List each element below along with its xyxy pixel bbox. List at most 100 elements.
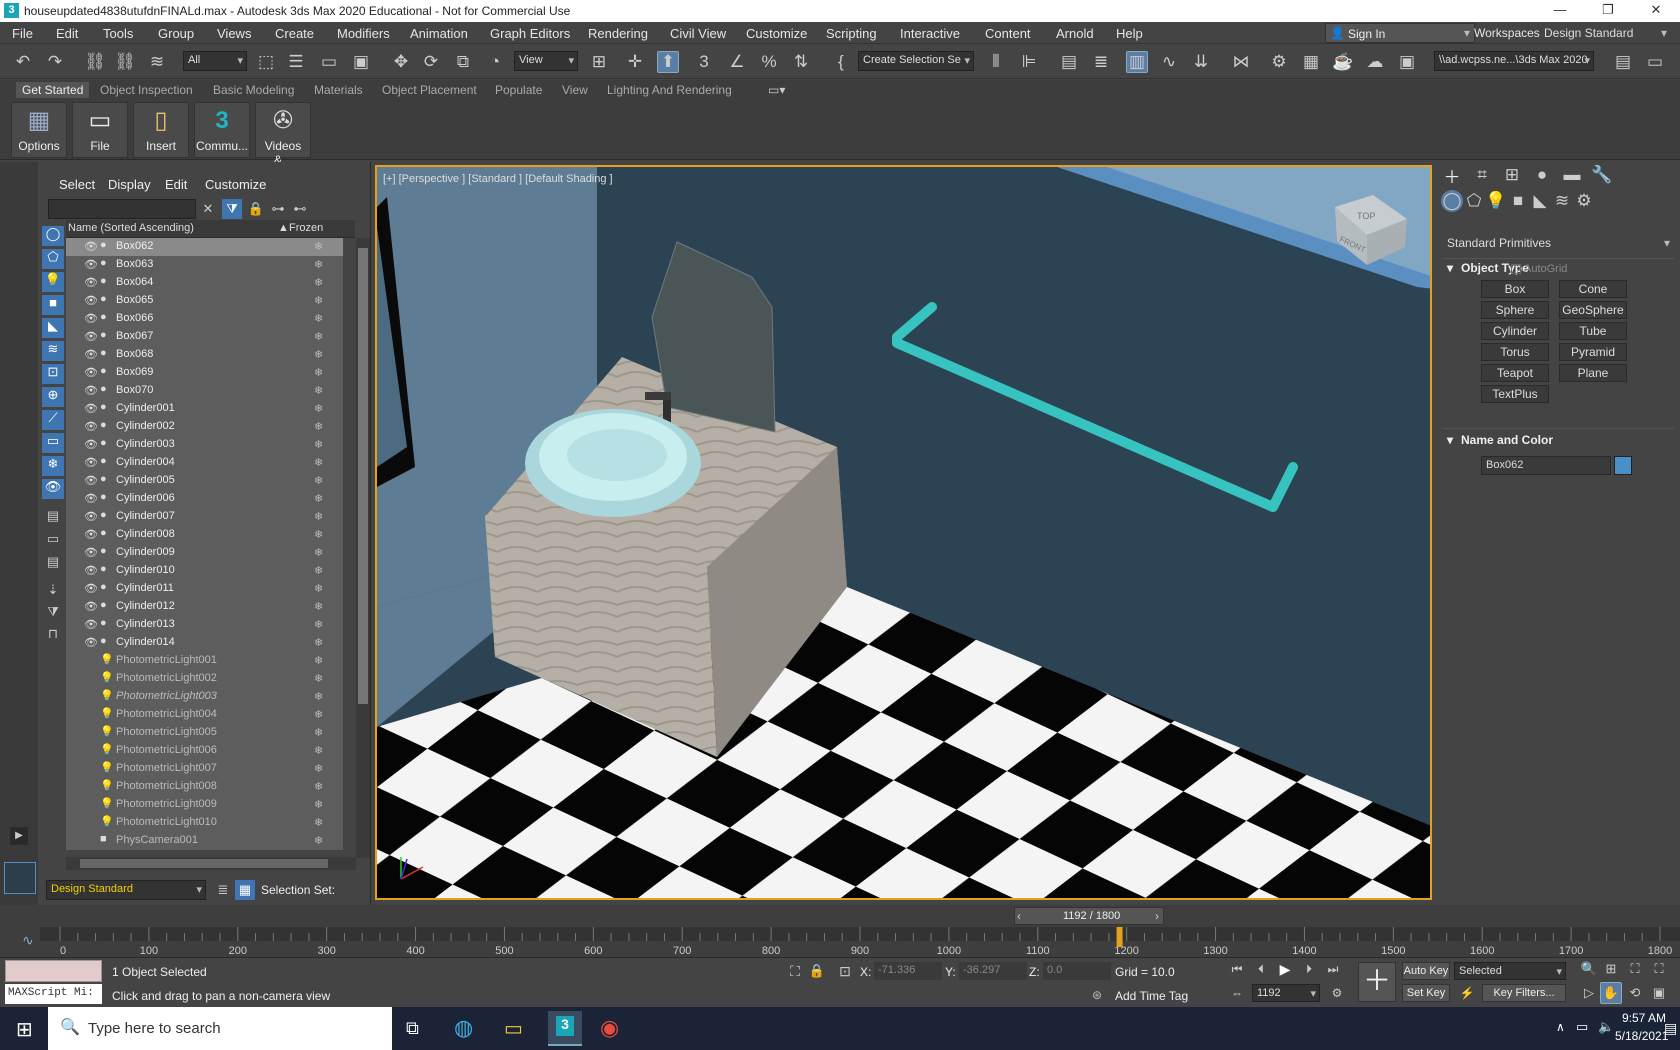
options-button[interactable]: ▦ Options	[11, 102, 67, 158]
visibility-eye-icon[interactable]: 👁	[84, 330, 98, 343]
list-item[interactable]: 💡 PhotometricLight008 ❄	[66, 778, 343, 796]
z-coordinate-field[interactable]: 0.0	[1043, 962, 1111, 980]
list-item[interactable]: 👁 ● Box064 ❄	[66, 274, 343, 292]
freeze-toggle-icon[interactable]: ❄	[314, 366, 323, 379]
file-button[interactable]: ▭ File	[72, 102, 128, 158]
time-slider[interactable]: ‹ 1192 / 1800 ›	[1014, 907, 1164, 925]
tab-view[interactable]: View	[556, 82, 594, 98]
visibility-eye-icon[interactable]: 👁	[84, 582, 98, 595]
maxscript-listener-top[interactable]	[5, 960, 102, 982]
freeze-toggle-icon[interactable]: ❄	[314, 294, 323, 307]
display-none-icon[interactable]: ▭	[42, 531, 64, 551]
hierarchy-icon[interactable]: ⊶	[268, 199, 288, 219]
zoom-icon[interactable]: 🔍	[1578, 958, 1600, 980]
visibility-eye-icon[interactable]: 👁	[84, 402, 98, 415]
tube-button[interactable]: Tube	[1559, 322, 1627, 340]
menu-rendering[interactable]: Rendering	[588, 26, 648, 41]
select-object-icon[interactable]: ⬚	[255, 51, 277, 73]
list-item[interactable]: 💡 PhotometricLight005 ❄	[66, 724, 343, 742]
expand-panel-icon[interactable]: ▶	[10, 827, 28, 845]
menu-arnold[interactable]: Arnold	[1056, 26, 1094, 41]
helpers-icon[interactable]: ◣	[1529, 190, 1551, 212]
list-item[interactable]: 💡 PhotometricLight003 ❄	[66, 688, 343, 706]
menu-customize[interactable]: Customize	[746, 26, 807, 41]
list-item[interactable]: 💡 PhotometricLight002 ❄	[66, 670, 343, 688]
absolute-mode-icon[interactable]: ⊡	[834, 960, 856, 982]
toggle-ribbon-icon[interactable]: ▥	[1126, 51, 1148, 73]
layers-icon[interactable]: ≣	[213, 880, 233, 900]
link-icon[interactable]: ⛓	[84, 51, 106, 73]
angle-snap-icon[interactable]: ∠	[726, 51, 748, 73]
freeze-toggle-icon[interactable]: ❄	[314, 402, 323, 415]
select-manipulate-icon[interactable]: ✛	[624, 51, 646, 73]
lights-icon[interactable]: 💡	[1485, 190, 1507, 212]
set-key-button[interactable]: Set Key	[1402, 984, 1450, 1002]
freeze-toggle-icon[interactable]: ❄	[314, 510, 323, 523]
torus-button[interactable]: Torus	[1481, 343, 1549, 361]
ribbon-options-icon[interactable]: ▭▾	[762, 82, 791, 98]
network-icon[interactable]: ▭	[1576, 1019, 1588, 1035]
restore-icon[interactable]: ❐	[1588, 2, 1628, 18]
layers-sort-icon[interactable]: ⊷	[290, 199, 310, 219]
sphere-button[interactable]: Sphere	[1481, 301, 1549, 319]
se-menu-edit[interactable]: Edit	[165, 177, 187, 192]
pivot-center-icon[interactable]: ⊞	[588, 51, 610, 73]
render-setup-icon[interactable]: ⚙	[1268, 51, 1290, 73]
toggle-layer-explorer-icon[interactable]: ≣	[1090, 51, 1112, 73]
workspace-explorer-dropdown[interactable]: Design Standard	[46, 880, 206, 900]
cylinder-button[interactable]: Cylinder	[1481, 322, 1549, 340]
freeze-toggle-icon[interactable]: ❄	[314, 780, 323, 793]
next-frame-icon[interactable]: ›	[1155, 909, 1159, 923]
reference-coordinate-dropdown[interactable]: View	[514, 51, 578, 71]
collapse-arrow-icon[interactable]: ▾	[1447, 261, 1453, 275]
move-icon[interactable]: ✥	[390, 51, 412, 73]
tab-lighting-rendering[interactable]: Lighting And Rendering	[601, 82, 738, 98]
freeze-toggle-icon[interactable]: ❄	[314, 816, 323, 829]
visibility-eye-icon[interactable]: 👁	[84, 528, 98, 541]
material-editor-icon[interactable]: ⋈	[1230, 51, 1252, 73]
filter-icon[interactable]: ⧩	[222, 199, 242, 219]
hierarchy-tab-icon[interactable]: ⊞	[1501, 164, 1523, 186]
freeze-toggle-icon[interactable]: ❄	[314, 546, 323, 559]
name-column-header[interactable]: Name (Sorted Ascending)	[68, 222, 194, 234]
list-item[interactable]: 👁 ● Cylinder013 ❄	[66, 616, 343, 634]
freeze-toggle-icon[interactable]: ❄	[314, 474, 323, 487]
tab-object-inspection[interactable]: Object Inspection	[94, 82, 199, 98]
cameras-icon[interactable]: ■	[1507, 190, 1529, 212]
book-icon[interactable]: ⊓	[42, 626, 64, 646]
lock-icon[interactable]: 🔒	[246, 199, 266, 219]
close-icon[interactable]: ✕	[1636, 2, 1676, 18]
list-item[interactable]: 👁 ● Box069 ❄	[66, 364, 343, 382]
volume-muted-icon[interactable]: 🔈	[1598, 1019, 1614, 1035]
go-to-start-icon[interactable]: ⏮	[1226, 958, 1248, 980]
list-item[interactable]: 💡 PhotometricLight009 ❄	[66, 796, 343, 814]
key-mode-dropdown[interactable]: Selected	[1454, 962, 1566, 980]
utilities-tab-icon[interactable]: 🔧	[1591, 164, 1613, 186]
list-item[interactable]: 👁 ● Box063 ❄	[66, 256, 343, 274]
freeze-toggle-icon[interactable]: ❄	[314, 420, 323, 433]
menu-animation[interactable]: Animation	[410, 26, 468, 41]
cameras-filter-icon[interactable]: ■	[42, 295, 64, 315]
visibility-eye-icon[interactable]: 👁	[84, 240, 98, 253]
mirror-icon[interactable]: ⫴	[985, 51, 1007, 73]
menu-content[interactable]: Content	[985, 26, 1031, 41]
key-filters-button[interactable]: Key Filters...	[1482, 984, 1566, 1002]
freeze-toggle-icon[interactable]: ❄	[314, 690, 323, 703]
go-to-end-icon[interactable]: ⏭	[1322, 958, 1344, 980]
freeze-toggle-icon[interactable]: ❄	[314, 798, 323, 811]
viewport-layout-tab-icon[interactable]	[4, 862, 36, 894]
textplus-button[interactable]: TextPlus	[1481, 385, 1549, 403]
render-production-icon[interactable]: ☕	[1332, 51, 1354, 73]
menu-graph-editors[interactable]: Graph Editors	[490, 26, 570, 41]
clock-date[interactable]: 5/18/2021	[1615, 1029, 1668, 1043]
sort-icon[interactable]: ⇣	[42, 582, 64, 602]
viewport-layout-icon[interactable]: ▭	[1644, 51, 1666, 73]
undo-icon[interactable]: ↶	[12, 51, 34, 73]
window-crossing-icon[interactable]: ▣	[350, 51, 372, 73]
list-item[interactable]: 👁 ● Box068 ❄	[66, 346, 343, 364]
list-item[interactable]: 💡 PhotometricLight010 ❄	[66, 814, 343, 832]
community-button[interactable]: 3 Commu...	[194, 102, 250, 158]
freeze-toggle-icon[interactable]: ❄	[314, 582, 323, 595]
invert-display-icon[interactable]: ▤	[42, 554, 64, 574]
rectangular-selection-icon[interactable]: ▭	[318, 51, 340, 73]
